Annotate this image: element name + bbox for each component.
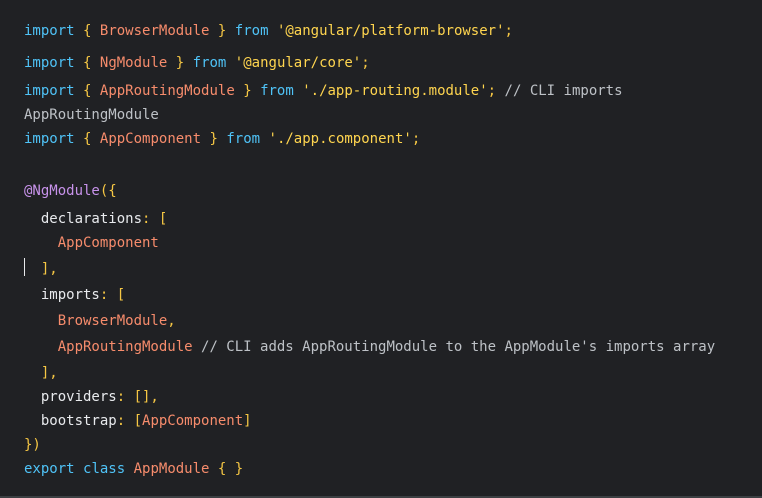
code-line-15: bootstrap: [AppComponent]: [40, 413, 252, 429]
code-line-8: AppComponent: [57, 235, 159, 251]
code-line-14: providers: [],: [40, 389, 159, 405]
code-snippet-panel: import { BrowserModule } from '@angular/…: [0, 0, 762, 498]
code-line-4: import { AppComponent } from './app.comp…: [24, 131, 421, 147]
code-line-6: @NgModule({: [24, 183, 117, 199]
code-line-11: BrowserModule,: [57, 313, 176, 329]
code-line-9: ],: [40, 261, 58, 277]
code-line-7: declarations: [: [40, 211, 168, 227]
code-line-16: }): [24, 437, 41, 453]
code-line-12: AppRoutingModule // CLI adds AppRoutingM…: [57, 339, 716, 355]
code-line-3-wrap: AppRoutingModule: [24, 107, 159, 123]
text-cursor: [24, 258, 25, 276]
code-line-3: import { AppRoutingModule } from './app-…: [24, 83, 623, 99]
code-line-17: export class AppModule { }: [24, 461, 244, 477]
code-line-2: import { NgModule } from '@angular/core'…: [24, 55, 370, 71]
code-line-13: ],: [40, 365, 58, 381]
code-line-10: imports: [: [40, 287, 126, 303]
code-line-1: import { BrowserModule } from '@angular/…: [24, 23, 513, 39]
